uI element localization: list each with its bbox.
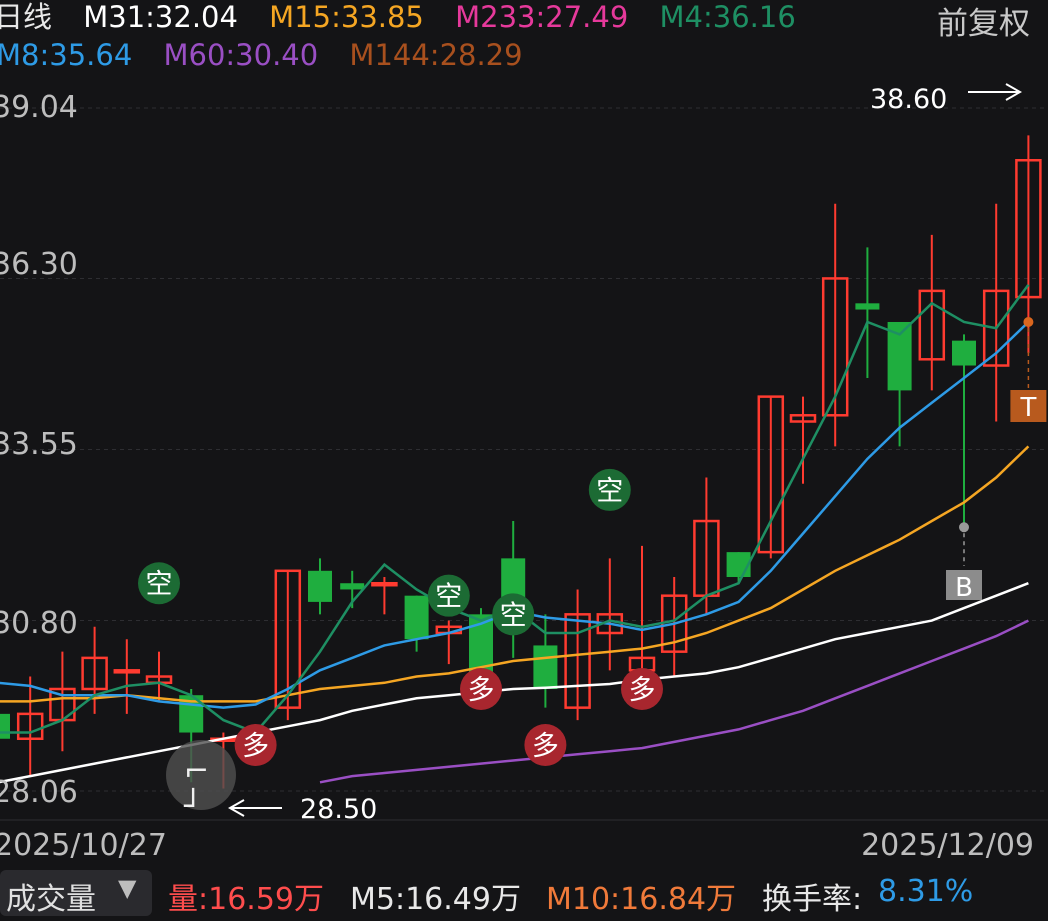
short-signal-text: 空 xyxy=(500,600,527,631)
date-start-label: 2025/10/27 xyxy=(0,828,167,863)
buy-marker-dot xyxy=(959,522,969,533)
long-signal-text: 多 xyxy=(468,675,495,706)
price-axis-label: 36.30 xyxy=(0,247,78,282)
buy-marker-text: B xyxy=(955,573,973,603)
indicator-selector[interactable]: 成交量 ▼ xyxy=(0,870,152,917)
price-axis-label: 28.06 xyxy=(0,775,78,810)
caret-down-icon: ▼ xyxy=(118,874,137,902)
candle-body xyxy=(371,581,398,587)
volume-indicator-bar: 成交量 ▼ 量:16.59万 M5:16.49万 M10:16.84万 换手率:… xyxy=(0,864,1048,921)
short-signal-text: 空 xyxy=(435,582,462,613)
candle-body xyxy=(404,595,429,640)
candle-body xyxy=(340,583,365,590)
t-marker-text: T xyxy=(1019,393,1036,423)
volume-m10: M10:16.84万 xyxy=(546,882,737,917)
turnover-value: 8.31% xyxy=(878,874,974,909)
candle-body xyxy=(0,713,10,739)
indicator-selector-label: 成交量 xyxy=(6,882,96,917)
long-signal-text: 多 xyxy=(242,731,269,762)
candle-body xyxy=(952,340,976,366)
low-price-label: 28.50 xyxy=(300,794,377,825)
volume-m5: M5:16.49万 xyxy=(350,882,521,917)
high-price-label: 38.60 xyxy=(870,84,947,115)
turnover-label: 换手率: xyxy=(762,882,863,917)
expand-icon: ⌐ ┘ xyxy=(184,754,210,824)
candle-body xyxy=(533,645,558,689)
candle-body xyxy=(855,303,880,310)
price-axis-label: 39.04 xyxy=(0,90,78,125)
kline-chart[interactable]: 空空空空多多多多38.6028.50BT xyxy=(0,0,1048,830)
fullscreen-toggle-button[interactable]: ⌐ ┘ xyxy=(166,740,236,824)
price-axis-label: 33.55 xyxy=(0,427,78,462)
short-signal-text: 空 xyxy=(146,569,173,600)
candle-body xyxy=(308,570,332,602)
price-axis-label: 30.80 xyxy=(0,606,78,641)
candle-body xyxy=(113,669,141,674)
long-signal-text: 多 xyxy=(532,731,559,762)
ma-line-m4 xyxy=(0,283,1030,734)
volume-value: 量:16.59万 xyxy=(168,882,324,917)
short-signal-text: 空 xyxy=(596,476,623,507)
date-end-label: 2025/12/09 xyxy=(861,828,1034,863)
t-marker-dot xyxy=(1023,316,1034,327)
long-signal-text: 多 xyxy=(629,675,656,706)
